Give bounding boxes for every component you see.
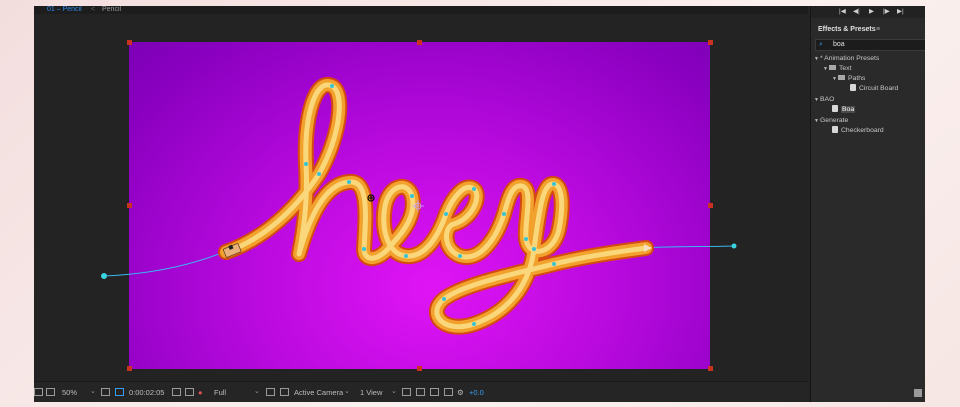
viewer-toolbar: 50% ⌄ 0:00:02:05 ● Full ⌄ Active Camera …: [34, 381, 808, 402]
safe-zones-icon[interactable]: [101, 388, 110, 396]
tab-composition[interactable]: 01 – Pencil: [47, 6, 82, 14]
panel-header: Effects & Presets ≡: [811, 23, 925, 37]
after-effects-window: 01 – Pencil < Pencil 50% ⌄ 0:00:02:05 ● …: [34, 6, 925, 402]
path-keyframe-end: [731, 243, 737, 249]
tab-separator: <: [91, 6, 96, 13]
toggle-pixel-aspect-icon[interactable]: [402, 388, 411, 396]
current-time[interactable]: 0:00:02:05: [129, 387, 164, 398]
tree-item-circuit-board[interactable]: Circuit Board: [850, 83, 898, 94]
path-keyframe-start: [101, 273, 107, 279]
exposure-value[interactable]: +0.0: [469, 387, 484, 398]
color-channel-icon[interactable]: ●: [198, 387, 203, 398]
chevron-down-icon[interactable]: ⌄: [90, 387, 96, 395]
play-icon[interactable]: ▶: [869, 6, 874, 18]
folder-icon: [829, 64, 836, 70]
effects-presets-panel: |◀ ◀| ▶ |▶ ▶| Effects & Presets ≡ ⌕ boa …: [810, 6, 925, 402]
timeline-icon[interactable]: [430, 388, 439, 396]
resolution-select[interactable]: Full: [214, 387, 226, 398]
comp-flowchart-icon[interactable]: [444, 388, 453, 396]
new-folder-icon[interactable]: [914, 389, 922, 397]
camera-select[interactable]: Active Camera: [294, 387, 343, 398]
snapshot-icon[interactable]: [172, 388, 181, 396]
effect-icon: [832, 104, 838, 112]
prev-frame-icon[interactable]: ◀|: [853, 6, 860, 18]
motion-path-left: [103, 251, 225, 277]
last-frame-icon[interactable]: ▶|: [897, 6, 904, 18]
chevron-down-icon[interactable]: ⌄: [344, 387, 350, 395]
tree-item-boa[interactable]: Boa: [832, 104, 856, 115]
preset-icon: [850, 83, 856, 91]
transparency-grid-icon[interactable]: [280, 388, 289, 396]
composition-tab-bar: 01 – Pencil < Pencil: [34, 6, 808, 14]
reset-exposure-icon[interactable]: ⚙: [457, 387, 464, 398]
motion-path-right: [645, 245, 735, 249]
mask-visibility-icon[interactable]: [115, 388, 124, 396]
tree-item-bao[interactable]: ▼BAO: [814, 95, 834, 105]
search-icon: ⌕: [819, 41, 823, 48]
hey-lettering: [218, 77, 654, 335]
views-select[interactable]: 1 View: [360, 387, 382, 398]
panel-menu-icon[interactable]: ≡: [876, 23, 880, 37]
tab-layer[interactable]: Pencil: [102, 6, 121, 14]
folder-icon: [838, 74, 845, 80]
tree-item-checkerboard[interactable]: Checkerboard: [832, 125, 884, 136]
region-of-interest-icon[interactable]: [266, 388, 275, 396]
next-frame-icon[interactable]: |▶: [883, 6, 890, 18]
preview-controls: |◀ ◀| ▶ |▶ ▶|: [811, 6, 925, 18]
tree-item-text[interactable]: ▼ Text: [823, 64, 851, 74]
effects-search-input[interactable]: ⌕ boa: [815, 39, 925, 51]
monitor-icon[interactable]: [46, 388, 55, 396]
tree-item-generate[interactable]: ▼Generate: [814, 116, 848, 126]
panel-title[interactable]: Effects & Presets: [818, 23, 876, 37]
always-preview-icon[interactable]: [34, 388, 43, 396]
chevron-down-icon[interactable]: ⌄: [254, 387, 260, 395]
chevron-down-icon[interactable]: ⌄: [391, 387, 397, 395]
composition-viewer[interactable]: [34, 14, 808, 381]
effect-icon: [832, 125, 838, 133]
fast-previews-icon[interactable]: [416, 388, 425, 396]
first-frame-icon[interactable]: |◀: [839, 6, 846, 18]
search-value: boa: [833, 41, 845, 48]
zoom-select[interactable]: 50%: [62, 387, 77, 398]
show-snapshot-icon[interactable]: [185, 388, 194, 396]
composition-panel: 01 – Pencil < Pencil 50% ⌄ 0:00:02:05 ● …: [34, 6, 808, 402]
tree-item-animation-presets[interactable]: ▼* Animation Presets: [814, 54, 879, 64]
tree-item-paths[interactable]: ▼ Paths: [832, 74, 865, 84]
artwork-layer[interactable]: [34, 14, 808, 381]
